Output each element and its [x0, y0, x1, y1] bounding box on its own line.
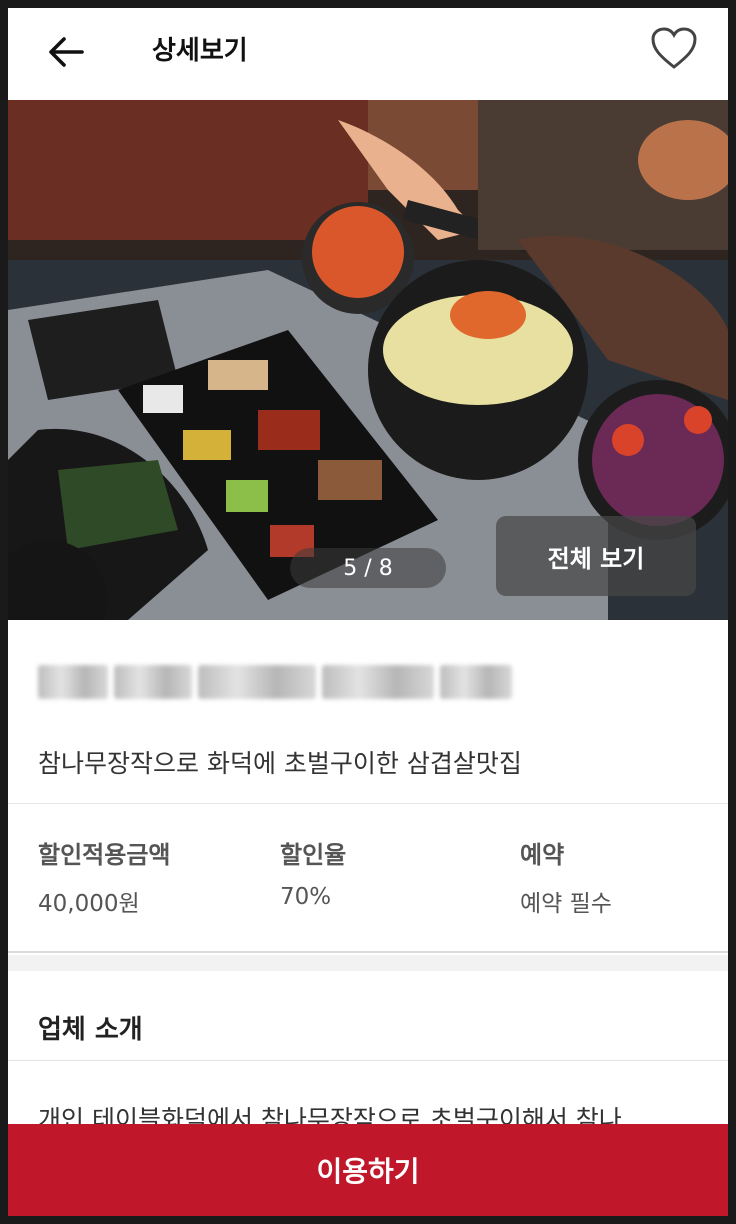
stat-value: 70% — [280, 884, 332, 910]
store-tagline: 참나무장작으로 화덕에 초벌구이한 삼겹살맛집 — [38, 749, 522, 778]
top-bar: 상세보기 — [8, 8, 728, 100]
image-counter: 5 / 8 — [290, 548, 446, 588]
arrow-left-icon — [49, 37, 84, 67]
photo-gallery[interactable]: 5 / 8 전체 보기 — [8, 100, 728, 620]
stat-discount-rate: 할인율 70% — [280, 835, 346, 910]
stat-label: 할인율 — [280, 841, 347, 869]
view-all-button[interactable]: 전체 보기 — [496, 516, 696, 596]
store-name-redacted — [38, 662, 512, 702]
heart-outline-icon — [651, 27, 697, 69]
intro-title: 업체 소개 — [38, 1015, 143, 1045]
intro-section-header: 업체 소개 — [8, 971, 728, 1061]
detail-screen: 상세보기 5 / 8 전체 보기 참나무장작으로 화덕에 초벌구이한 삼겹살맛집… — [8, 8, 728, 1216]
section-divider — [8, 955, 728, 971]
stat-label: 예약 — [520, 841, 565, 869]
page-title: 상세보기 — [152, 36, 248, 66]
use-button[interactable]: 이용하기 — [8, 1124, 728, 1216]
deal-stats: 할인적용금액 40,000원 할인율 70% 예약 예약 필수 — [8, 805, 728, 953]
store-info: 참나무장작으로 화덕에 초벌구이한 삼겹살맛집 — [8, 620, 728, 804]
stat-reservation: 예약 예약 필수 — [520, 835, 612, 918]
stat-value: 예약 필수 — [520, 891, 612, 917]
stat-value: 40,000원 — [38, 891, 140, 917]
stat-label: 할인적용금액 — [38, 841, 171, 869]
stat-discount-amount: 할인적용금액 40,000원 — [38, 835, 170, 918]
favorite-button[interactable] — [644, 18, 704, 78]
back-button[interactable] — [38, 24, 94, 80]
